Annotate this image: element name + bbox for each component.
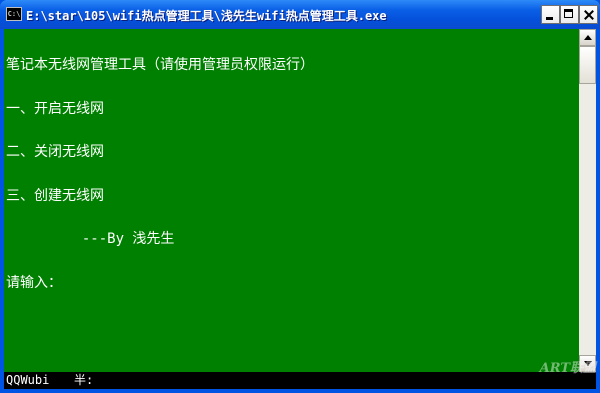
console-input-prompt[interactable]: 请输入：: [6, 275, 314, 291]
ime-mode: 半:: [74, 373, 94, 387]
maximize-button[interactable]: [560, 5, 579, 24]
console-line-option-3: 三、创建无线网: [6, 187, 104, 204]
console-app-icon[interactable]: C:\: [6, 7, 22, 21]
watermark-logo: ART联盟: [539, 361, 596, 376]
vertical-scrollbar[interactable]: [579, 29, 596, 372]
window-title: E:\star\105\wifi热点管理工具\浅先生wifi热点管理工具.exe: [26, 9, 387, 23]
scroll-thumb[interactable]: [579, 46, 596, 84]
console-line-option-2: 二、关闭无线网: [6, 144, 104, 160]
ime-status-bar: QQWubi 半:: [4, 372, 596, 389]
title-bar[interactable]: C:\ E:\star\105\wifi热点管理工具\浅先生wifi热点管理工具…: [0, 0, 600, 29]
close-button[interactable]: [579, 5, 598, 24]
console-line-option-1: 一、开启无线网: [6, 100, 104, 117]
console-window: C:\ E:\star\105\wifi热点管理工具\浅先生wifi热点管理工具…: [0, 0, 600, 393]
console-line-author: ---By 浅先生: [6, 231, 175, 247]
console-line-title: 笔记本无线网管理工具（请使用管理员权限运行）: [6, 57, 314, 73]
scroll-up-button[interactable]: [579, 29, 596, 46]
console-text: 笔记本无线网管理工具（请使用管理员权限运行） 一、开启无线网 二、关闭无线网 三…: [6, 29, 314, 319]
ime-name: QQWubi: [6, 373, 50, 387]
console-output[interactable]: 笔记本无线网管理工具（请使用管理员权限运行） 一、开启无线网 二、关闭无线网 三…: [4, 29, 579, 372]
minimize-button[interactable]: [541, 5, 560, 24]
